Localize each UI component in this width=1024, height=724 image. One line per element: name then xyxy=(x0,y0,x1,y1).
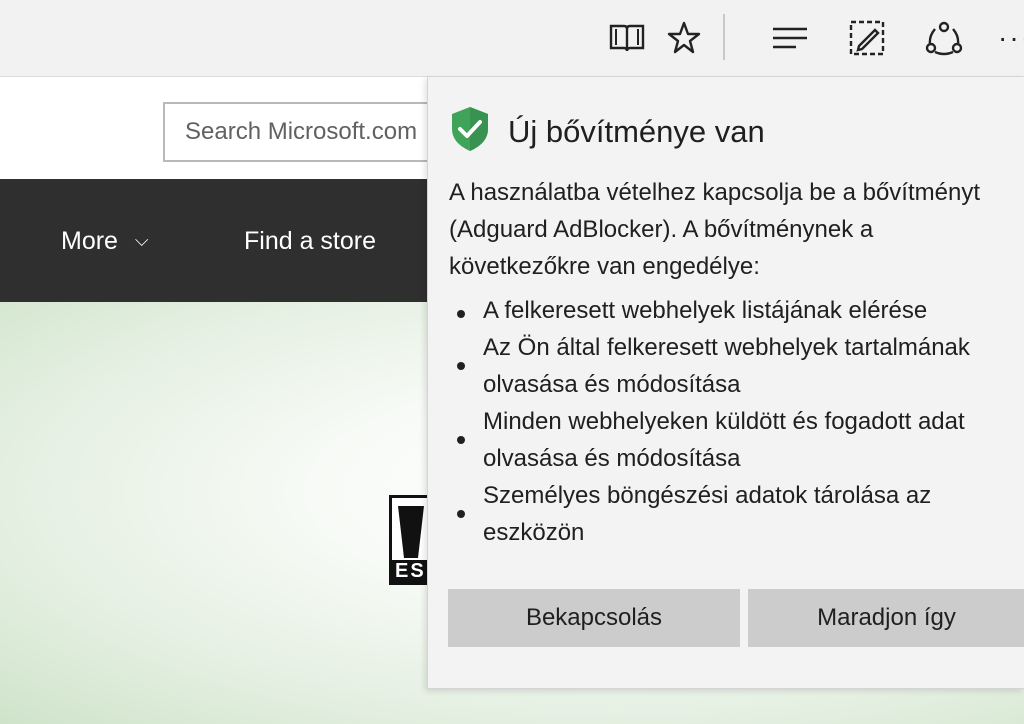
enable-extension-button[interactable]: Bekapcsolás xyxy=(448,589,740,647)
permission-text: Az Ön által felkeresett webhelyek tartal… xyxy=(483,334,970,361)
more-icon[interactable]: ··· xyxy=(998,18,1024,58)
chevron-down-icon: ⌵ xyxy=(134,230,149,250)
nav-more[interactable]: More ⌵ xyxy=(61,227,149,256)
description-line: (Adguard AdBlocker). A bővítménynek a xyxy=(449,216,874,243)
permission-list: A felkeresett webhelyek listájának eléré… xyxy=(449,292,1024,551)
hub-icon[interactable] xyxy=(770,18,810,58)
bullet-icon xyxy=(457,310,465,318)
permission-item: Az Ön által felkeresett webhelyek tartal… xyxy=(449,329,1024,403)
permission-item: A felkeresett webhelyek listájának eléré… xyxy=(449,292,1024,329)
search-input[interactable] xyxy=(163,102,463,162)
nav-find-a-store[interactable]: Find a store xyxy=(244,227,376,256)
permission-text: A felkeresett webhelyek listájának eléré… xyxy=(483,297,928,324)
permission-text: olvasása és módosítása xyxy=(483,445,741,472)
popup-title: Új bővítménye van xyxy=(508,113,765,149)
permission-text: eszközön xyxy=(483,519,585,546)
bullet-icon xyxy=(457,510,465,518)
permission-text: Személyes böngészési adatok tárolása az xyxy=(483,482,932,509)
extension-popup: Új bővítménye van A használatba vételhez… xyxy=(427,77,1024,689)
reading-view-icon[interactable] xyxy=(607,18,647,58)
browser-toolbar: ··· xyxy=(0,0,1024,77)
bullet-icon xyxy=(457,436,465,444)
description-line: A használatba vételhez kapcsolja be a bő… xyxy=(449,179,980,206)
web-note-icon[interactable] xyxy=(847,18,887,58)
share-icon[interactable] xyxy=(924,18,964,58)
bullet-icon xyxy=(457,362,465,370)
permission-text: olvasása és módosítása xyxy=(483,371,741,398)
popup-description: A használatba vételhez kapcsolja be a bő… xyxy=(449,174,1019,285)
favorite-star-icon[interactable] xyxy=(664,18,704,58)
popup-header: Új bővítménye van xyxy=(448,105,765,158)
description-line: következőkre van engedélye: xyxy=(449,253,760,280)
toolbar-separator xyxy=(723,14,725,60)
keep-as-is-button[interactable]: Maradjon így xyxy=(748,589,1024,647)
esrb-logo-letters: ES xyxy=(395,560,426,582)
shield-check-icon xyxy=(448,105,492,158)
permission-text: Minden webhelyeken küldött és fogadott a… xyxy=(483,408,965,435)
permission-item: Minden webhelyeken küldött és fogadott a… xyxy=(449,403,1024,477)
nav-more-label: More xyxy=(61,227,118,255)
permission-item: Személyes böngészési adatok tárolása az … xyxy=(449,477,1024,551)
